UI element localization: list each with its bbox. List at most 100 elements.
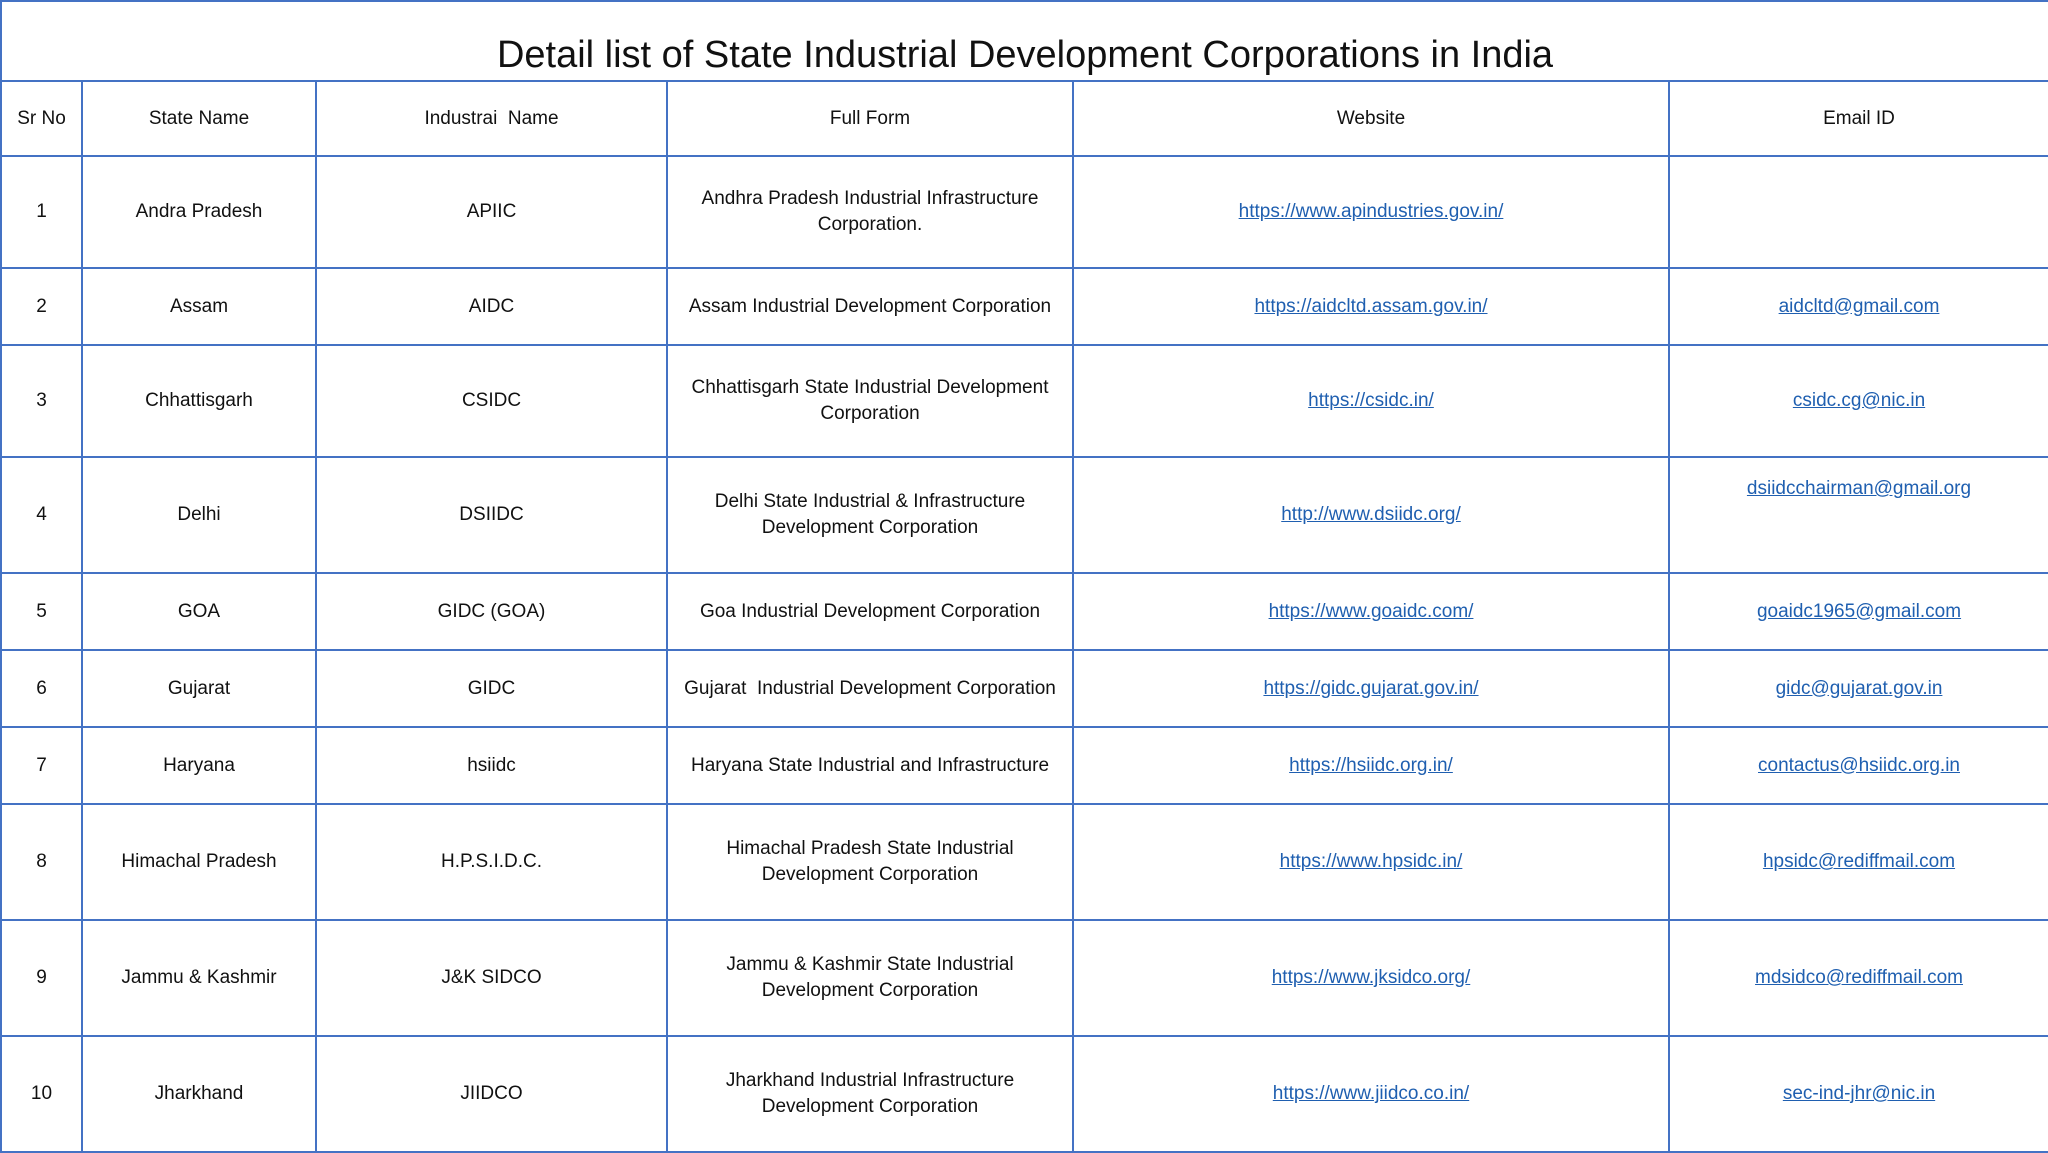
full-form-line-1: Himachal Pradesh State Industrial	[726, 838, 1014, 859]
cell-state-name: Jharkhand	[81, 1035, 317, 1153]
cell-state-name: Delhi	[81, 456, 317, 574]
full-form-line-2: Development Corporation	[761, 517, 979, 538]
cell-email: aidcltd@gmail.com	[1667, 267, 2048, 346]
cell-website: https://hsiidc.org.in/	[1072, 726, 1670, 805]
email-link[interactable]: dsiidcchairman@gmail.org	[1747, 478, 1971, 499]
cell-website: https://gidc.gujarat.gov.in/	[1072, 649, 1670, 728]
cell-website: https://www.goaidc.com/	[1072, 572, 1670, 651]
website-link[interactable]: https://www.hpsidc.in/	[1280, 851, 1463, 872]
full-form-line-2: Development Corporation	[761, 1096, 979, 1117]
table-row: 7 Haryana hsiidc Haryana State Industria…	[0, 726, 2048, 805]
cell-full-form: Andhra Pradesh Industrial Infrastructure…	[666, 155, 1074, 269]
cell-industrial-name: JIIDCO	[315, 1035, 668, 1153]
cell-website: https://csidc.in/	[1072, 344, 1670, 458]
header-row: Sr No State Name Industrai Name Full For…	[0, 80, 2048, 157]
table-row: 1 Andra Pradesh APIIC Andhra Pradesh Ind…	[0, 155, 2048, 269]
cell-state-name: Chhattisgarh	[81, 344, 317, 458]
full-form-line-1: Andhra Pradesh Industrial Infrastructure	[701, 188, 1039, 209]
email-link[interactable]: aidcltd@gmail.com	[1779, 296, 1940, 317]
website-link[interactable]: https://www.jiidco.co.in/	[1273, 1083, 1469, 1104]
cell-state-name: Jammu & Kashmir	[81, 919, 317, 1037]
full-form-line-2: Development Corporation	[761, 980, 979, 1001]
header-full-form: Full Form	[666, 80, 1074, 157]
cell-full-form: Jammu & Kashmir State Industrial Developm…	[666, 919, 1074, 1037]
cell-state-name: Gujarat	[81, 649, 317, 728]
cell-full-form: Assam Industrial Development Corporation	[666, 267, 1074, 346]
cell-website: https://www.hpsidc.in/	[1072, 803, 1670, 921]
email-link[interactable]: hpsidc@rediffmail.com	[1763, 851, 1955, 872]
table-row: 5 GOA GIDC (GOA) Goa Industrial Developm…	[0, 572, 2048, 651]
table-row: 3 Chhattisgarh CSIDC Chhattisgarh State …	[0, 344, 2048, 458]
cell-email: csidc.cg@nic.in	[1667, 344, 2048, 458]
cell-email: mdsidco@rediffmail.com	[1667, 919, 2048, 1037]
email-link[interactable]: mdsidco@rediffmail.com	[1755, 967, 1963, 988]
full-form-line-2: Corporation.	[817, 214, 923, 235]
cell-state-name: Assam	[81, 267, 317, 346]
email-link[interactable]: gidc@gujarat.gov.in	[1776, 678, 1943, 699]
website-link[interactable]: http://www.dsiidc.org/	[1281, 504, 1461, 525]
table-row: 8 Himachal Pradesh H.P.S.I.D.C. Himachal…	[0, 803, 2048, 921]
full-form-line-1: Jammu & Kashmir State Industrial	[726, 954, 1014, 975]
cell-email: hpsidc@rediffmail.com	[1667, 803, 2048, 921]
full-form-line-1: Delhi State Industrial & Infrastructure	[714, 491, 1026, 512]
website-link[interactable]: https://www.goaidc.com/	[1269, 601, 1474, 622]
website-link[interactable]: https://hsiidc.org.in/	[1289, 755, 1453, 776]
cell-full-form: Jharkhand Industrial Infrastructure Devel…	[666, 1035, 1074, 1153]
website-link[interactable]: https://www.jksidco.org/	[1272, 967, 1471, 988]
header-sr-no: Sr No	[0, 80, 83, 157]
cell-full-form: Goa Industrial Development Corporation	[666, 572, 1074, 651]
full-form-line-1: Chhattisgarh State Industrial Developmen…	[691, 377, 1049, 398]
email-link[interactable]: contactus@hsiidc.org.in	[1758, 755, 1960, 776]
cell-industrial-name: GIDC	[315, 649, 668, 728]
cell-state-name: GOA	[81, 572, 317, 651]
cell-sr-no: 10	[0, 1035, 83, 1153]
cell-email: sec-ind-jhr@nic.in	[1667, 1035, 2048, 1153]
table-row: 9 Jammu & Kashmir J&K SIDCO Jammu & Kash…	[0, 919, 2048, 1037]
cell-sr-no: 4	[0, 456, 83, 574]
table-row: 4 Delhi DSIIDC Delhi State Industrial & …	[0, 456, 2048, 574]
corporations-table: Detail list of State Industrial Developm…	[0, 0, 2048, 1153]
cell-state-name: Himachal Pradesh	[81, 803, 317, 921]
cell-full-form: Himachal Pradesh State Industrial Develop…	[666, 803, 1074, 921]
website-link[interactable]: https://gidc.gujarat.gov.in/	[1263, 678, 1478, 699]
cell-full-form: Gujarat Industrial Development Corporati…	[666, 649, 1074, 728]
table-row: 10 Jharkhand JIIDCO Jharkhand Industrial…	[0, 1035, 2048, 1153]
website-link[interactable]: https://csidc.in/	[1308, 390, 1434, 411]
cell-state-name: Haryana	[81, 726, 317, 805]
title-row: Detail list of State Industrial Developm…	[0, 0, 2048, 82]
cell-sr-no: 5	[0, 572, 83, 651]
cell-sr-no: 9	[0, 919, 83, 1037]
cell-industrial-name: AIDC	[315, 267, 668, 346]
cell-full-form: Delhi State Industrial & Infrastructure D…	[666, 456, 1074, 574]
cell-sr-no: 8	[0, 803, 83, 921]
cell-industrial-name: CSIDC	[315, 344, 668, 458]
header-industrial-name: Industrai Name	[315, 80, 668, 157]
cell-website: https://www.jksidco.org/	[1072, 919, 1670, 1037]
cell-industrial-name: APIIC	[315, 155, 668, 269]
cell-sr-no: 7	[0, 726, 83, 805]
cell-sr-no: 6	[0, 649, 83, 728]
cell-sr-no: 1	[0, 155, 83, 269]
cell-sr-no: 3	[0, 344, 83, 458]
header-email: Email ID	[1667, 80, 2048, 157]
table-row: 6 Gujarat GIDC Gujarat Industrial Develo…	[0, 649, 2048, 728]
cell-industrial-name: J&K SIDCO	[315, 919, 668, 1037]
website-link[interactable]: https://www.apindustries.gov.in/	[1239, 201, 1504, 222]
document-sheet: Detail list of State Industrial Developm…	[0, 0, 2048, 1153]
cell-email: contactus@hsiidc.org.in	[1667, 726, 2048, 805]
cell-full-form: Haryana State Industrial and Infrastruct…	[666, 726, 1074, 805]
cell-sr-no: 2	[0, 267, 83, 346]
email-link[interactable]: sec-ind-jhr@nic.in	[1783, 1083, 1935, 1104]
full-form-line-1: Jharkhand Industrial Infrastructure	[725, 1070, 1015, 1091]
cell-website: https://www.jiidco.co.in/	[1072, 1035, 1670, 1153]
cell-email: goaidc1965@gmail.com	[1667, 572, 2048, 651]
cell-email	[1667, 155, 2048, 269]
email-link[interactable]: goaidc1965@gmail.com	[1757, 601, 1961, 622]
cell-industrial-name: DSIIDC	[315, 456, 668, 574]
website-link[interactable]: https://aidcltd.assam.gov.in/	[1254, 296, 1487, 317]
cell-industrial-name: GIDC (GOA)	[315, 572, 668, 651]
page-title: Detail list of State Industrial Developm…	[0, 0, 2048, 82]
cell-state-name: Andra Pradesh	[81, 155, 317, 269]
cell-website: https://www.apindustries.gov.in/	[1072, 155, 1670, 269]
email-link[interactable]: csidc.cg@nic.in	[1793, 390, 1925, 411]
